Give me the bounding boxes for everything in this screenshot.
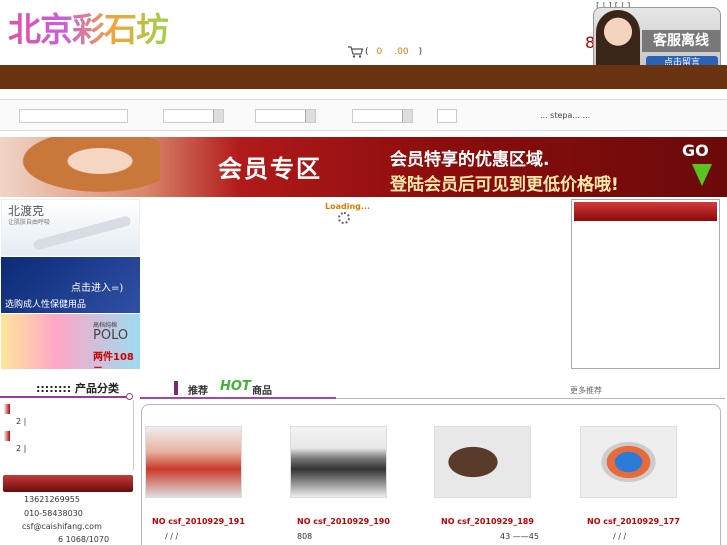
spinner-icon — [338, 212, 350, 224]
contact-header — [3, 475, 133, 492]
product-name[interactable]: NO csf_2010929_177 — [587, 517, 680, 526]
cart-count: 0 — [376, 47, 383, 57]
category-header: :::::::: 产品分类 — [0, 377, 133, 400]
member-banner[interactable]: 会员专区 会员特享的优惠区域. 登陆会员后可见到更低价格哦! GO — [0, 137, 727, 197]
banner-title: 会员专区 — [218, 155, 322, 183]
category-divider — [0, 396, 130, 398]
banner-go-label: GO — [682, 141, 709, 160]
chevron-down-icon — [305, 110, 315, 122]
contact-email[interactable]: csf@caishifang.com — [22, 522, 102, 531]
divider-dot — [126, 393, 133, 400]
hot-badge: HOT — [220, 379, 251, 394]
cart-icon[interactable] — [347, 46, 363, 58]
product-meta: 43 ——45 — [500, 532, 539, 541]
right-panel-header — [574, 202, 717, 221]
search-input[interactable] — [19, 109, 128, 123]
category-marker-icon — [4, 404, 10, 414]
product-image[interactable] — [290, 426, 387, 498]
nav-bar — [0, 65, 727, 89]
category-marker-icon — [4, 431, 10, 441]
chevron-down-icon — [402, 110, 412, 122]
category-list: 2 | 2 | — [0, 400, 134, 470]
service-status: 客服离线 — [642, 30, 720, 52]
ad-skincare[interactable]: 北渡克 让肌肤自由呼吸 — [1, 199, 140, 256]
ad-adult-caption: 选购成人性保健用品 — [5, 300, 87, 310]
product-name[interactable]: NO csf_2010929_189 — [441, 517, 534, 526]
category-select[interactable] — [163, 109, 224, 123]
product-name[interactable]: NO csf_2010929_191 — [152, 517, 245, 526]
brand-select[interactable] — [255, 109, 316, 123]
recommend-bar — [174, 381, 178, 395]
category-item-label: 2 | — [16, 417, 27, 426]
loading-text: Loading... — [325, 202, 370, 211]
chevron-down-icon — [213, 110, 223, 122]
search-button[interactable] — [437, 109, 457, 123]
ad-polo-shirts[interactable]: 高档纯棉 POLO 两件108元 — [1, 314, 140, 369]
contact-room: 6 1068/1070 — [58, 535, 110, 544]
banner-line2: 登陆会员后可见到更低价格哦! — [390, 175, 619, 195]
ad-skincare-tagline: 让肌肤自由呼吸 — [8, 219, 51, 226]
recommend-suffix: 商品 — [252, 386, 272, 397]
cart-amount: .00 — [394, 47, 409, 57]
banner-line1: 会员特享的优惠区域. — [390, 150, 550, 170]
recommend-rule — [336, 398, 725, 399]
cart-open: ( — [365, 47, 369, 57]
product-meta: / / / — [613, 532, 627, 541]
contact-phone: 13621269955 — [24, 495, 80, 504]
search-hint: ... stepa... ... — [540, 111, 591, 120]
product-meta: / / / — [165, 532, 179, 541]
recommend-header: 推荐 HOT 商品 更多推荐 — [140, 377, 725, 401]
search-bar: ... stepa... ... — [0, 99, 727, 131]
go-arrow-icon — [692, 164, 712, 186]
product-image[interactable] — [580, 426, 677, 498]
ad-polo-price: 两件108元 — [93, 352, 134, 369]
category-item-label: 2 | — [16, 444, 27, 453]
banner-model-image — [10, 137, 160, 197]
right-panel — [571, 199, 720, 369]
product-meta: 808 — [297, 532, 313, 541]
price-select[interactable] — [352, 109, 413, 123]
product-image[interactable] — [434, 426, 531, 498]
site-logo[interactable]: 北京彩石坊 — [8, 12, 169, 48]
ad-adult-products[interactable]: 点击进入=) 选购成人性保健用品 — [1, 257, 140, 313]
contact-tel: 010-58438030 — [24, 509, 83, 518]
ad-polo-brand: POLO — [93, 328, 129, 343]
cart-summary[interactable]: ( 0 .00 ) — [347, 45, 427, 59]
cart-close: ) — [418, 47, 423, 57]
category-title: :::::::: 产品分类 — [36, 382, 120, 395]
customer-service-widget[interactable]: 客服离线 点击留言 — [593, 7, 721, 73]
agent-avatar — [596, 10, 640, 72]
ad-enter-cta: 点击进入=) — [71, 283, 124, 294]
product-image[interactable] — [145, 426, 242, 498]
more-recommend-link[interactable]: 更多推荐 — [570, 385, 602, 396]
product-name[interactable]: NO csf_2010929_190 — [297, 517, 390, 526]
recommend-prefix: 推荐 — [188, 386, 208, 397]
